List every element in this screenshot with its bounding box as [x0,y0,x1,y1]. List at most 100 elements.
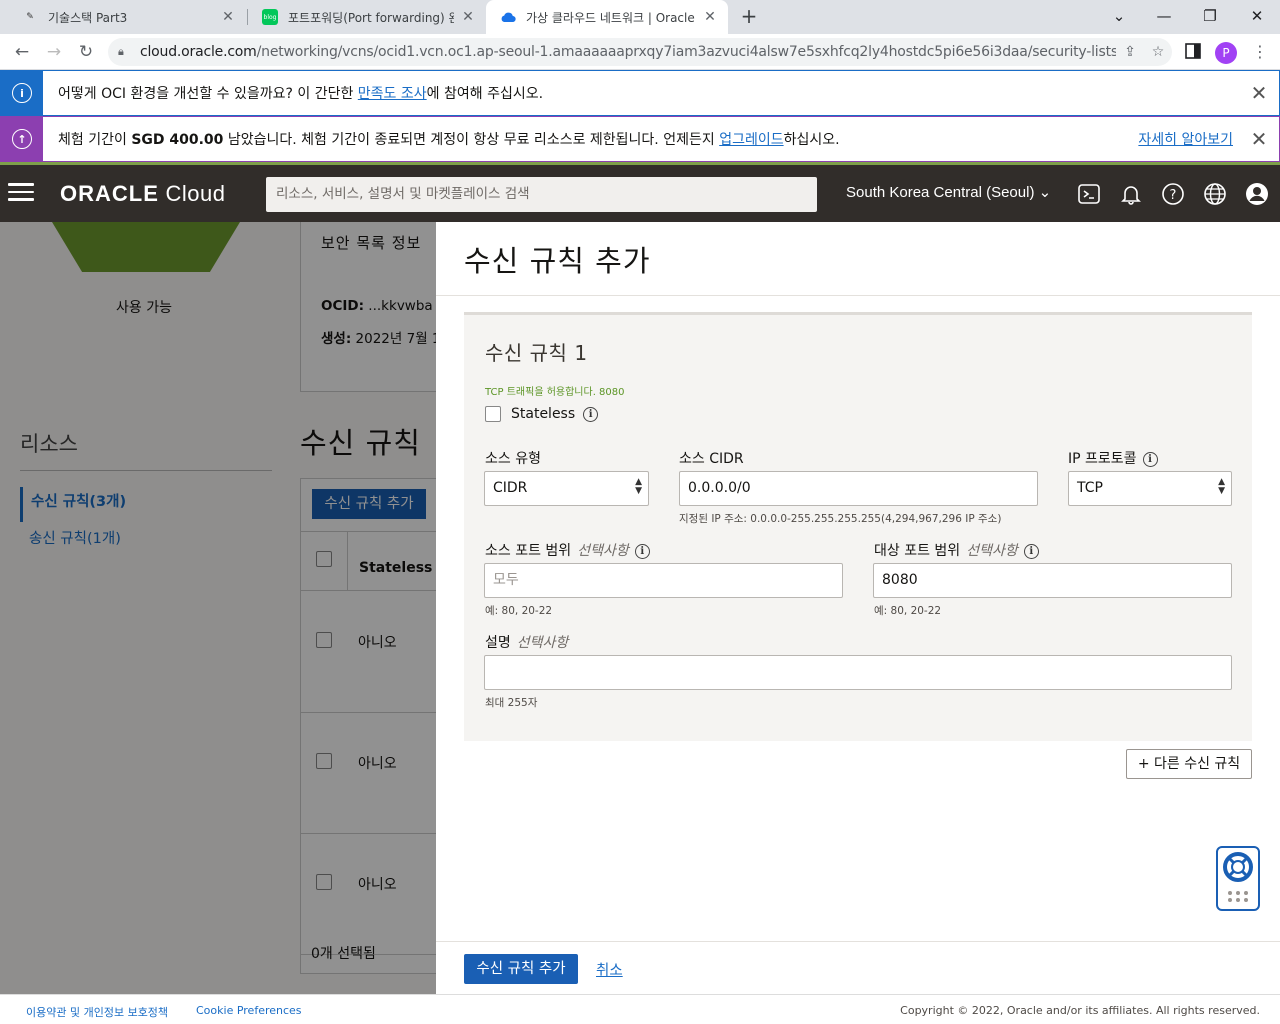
side-panel-icon[interactable] [1184,42,1202,60]
lifebuoy-icon [1223,852,1253,902]
optional-tag: 선택사항 [966,543,1018,559]
survey-text-after: 에 참여해 주십시오. [426,86,544,102]
browser-menu-icon[interactable]: ⋮ [1250,40,1270,64]
region-label: South Korea Central (Seoul) [846,184,1035,201]
trial-text-after: 하십시오. [783,132,840,148]
page-footer: 이용약관 및 개인정보 보호정책 Cookie Preferences Copy… [0,994,1280,1024]
info-icon-column: i [1,71,43,115]
minimize-icon[interactable]: — [1150,4,1178,28]
source-port-label: 소스 포트 범위 선택사항 i [485,540,650,560]
share-icon[interactable]: ⇪ [1116,44,1144,60]
chevron-down-icon: ⌄ [1038,184,1052,201]
stateless-checkbox[interactable] [485,406,501,422]
info-icon[interactable]: i [583,406,599,422]
label-text: 소스 포트 범위 [485,543,572,559]
source-port-input[interactable]: 모두 [484,563,843,598]
source-type-select[interactable]: CIDR ▲ ▼ [484,471,649,506]
browser-tab[interactable]: blog 포트포워딩(Port forwarding) 완벽 ✕ [248,0,486,34]
close-window-icon[interactable]: ✕ [1243,4,1271,28]
svg-text:?: ? [1170,188,1177,203]
ingress-rule-card: 수신 규칙 1 TCP 트래픽을 허용합니다. 8080 Stateless i… [464,312,1252,741]
back-icon[interactable]: ← [10,40,34,64]
optional-tag: 선택사항 [516,635,569,651]
close-icon[interactable]: ✕ [1239,127,1279,151]
blog-icon: blog [262,9,278,25]
trial-amount: SGD 400.00 [131,132,224,148]
close-icon[interactable]: ✕ [1239,81,1279,105]
dest-port-help: 예: 80, 20-22 [874,605,942,617]
survey-banner: i 어떻게 OCI 환경을 개선할 수 있을까요? 이 간단한 만족도 조사에 … [0,70,1280,116]
copyright-text: Copyright © 2022, Oracle and/or its affi… [900,1004,1260,1017]
terms-link[interactable]: 이용약관 및 개인정보 보호정책 [26,1004,168,1020]
trial-message: 체험 기간이 SGD 400.00 남았습니다. 체험 기간이 종료되면 계정이… [43,129,1138,149]
reload-icon[interactable]: ↻ [74,40,98,64]
rule-summary: TCP 트래픽을 허용합니다. 8080 [485,387,625,398]
oci-header: ORACLE Cloud 리소스, 서비스, 설명서 및 마켓플레이스 검색 S… [0,165,1280,222]
global-search-input[interactable]: 리소스, 서비스, 설명서 및 마켓플레이스 검색 [266,177,817,212]
source-cidr-help: 지정된 IP 주소: 0.0.0.0-255.255.255.255(4,294… [679,513,1002,525]
survey-message: 어떻게 OCI 환경을 개선할 수 있을까요? 이 간단한 만족도 조사에 참여… [43,83,1239,103]
info-icon[interactable]: i [634,543,650,559]
notification-bell-icon[interactable] [1119,182,1143,206]
description-input[interactable] [484,655,1232,690]
url-path: /networking/vcns/ocid1.vcn.oc1.ap-seoul-… [256,44,1116,60]
source-type-label: 소스 유형 [485,448,541,468]
source-cidr-input[interactable]: 0.0.0.0/0 [679,471,1038,506]
browser-tab-active[interactable]: 가상 클라우드 네트워크 | Oracle ✕ [486,0,728,34]
info-icon: i [12,83,32,103]
tab-title: 기술스택 Part3 [48,10,128,25]
close-tab-icon[interactable]: ✕ [220,9,236,25]
modal-backdrop[interactable] [0,222,436,994]
lock-icon: 🔒︎ [118,45,124,58]
panel-title: 수신 규칙 추가 [464,244,651,278]
dest-port-label: 대상 포트 범위 선택사항 i [874,540,1039,560]
oracle-cloud-logo[interactable]: ORACLE Cloud [60,181,225,207]
url-field[interactable]: 🔒︎ cloud.oracle.com/networking/vcns/ocid… [108,38,1172,66]
logo-oracle: ORACLE [60,181,159,206]
language-globe-icon[interactable] [1203,182,1227,206]
logo-cloud: Cloud [158,181,226,206]
cookie-preferences-link[interactable]: Cookie Preferences [196,1004,302,1017]
label-text: 설명 [485,635,511,651]
user-profile-icon[interactable] [1245,182,1269,206]
upgrade-link[interactable]: 업그레이드 [719,132,783,148]
submit-add-ingress-rules-button[interactable]: 수신 규칙 추가 [464,954,578,984]
dest-port-input[interactable]: 8080 [873,563,1232,598]
learn-more-link[interactable]: 자세히 알아보기 [1138,129,1233,149]
profile-avatar[interactable]: P [1215,42,1237,64]
help-widget[interactable] [1216,846,1260,911]
select-arrows-icon: ▲ ▼ [635,477,642,496]
browser-tab-bar: ✎ 기술스택 Part3 ✕ blog 포트포워딩(Port forwardin… [0,0,1280,34]
bookmark-star-icon[interactable]: ☆ [1144,44,1172,60]
add-ingress-rules-panel: 수신 규칙 추가 수신 규칙 1 TCP 트래픽을 허용합니다. 8080 St… [436,222,1280,994]
divider [436,295,1280,296]
survey-link[interactable]: 만족도 조사 [358,86,427,102]
survey-text: 어떻게 OCI 환경을 개선할 수 있을까요? 이 간단한 [58,86,358,102]
region-selector[interactable]: South Korea Central (Seoul) ⌄ [846,183,1051,201]
hamburger-menu-icon[interactable] [8,183,34,203]
label-text: IP 프로토콜 [1068,451,1137,467]
close-tab-icon[interactable]: ✕ [460,9,476,25]
arrow-up-circle-icon: ↑ [12,129,32,149]
close-tab-icon[interactable]: ✕ [702,9,718,25]
info-icon[interactable]: i [1142,451,1158,467]
browser-tab[interactable]: ✎ 기술스택 Part3 ✕ [8,0,246,34]
description-label: 설명 선택사항 [485,632,568,652]
tab-search-icon[interactable]: ⌄ [1105,4,1133,28]
cloud-shell-icon[interactable] [1077,182,1101,206]
divider [436,941,1280,942]
info-icon[interactable]: i [1023,543,1039,559]
cancel-link[interactable]: 취소 [596,959,623,980]
help-icon[interactable]: ? [1161,182,1185,206]
label-text: 소스 CIDR [679,451,744,467]
add-another-rule-button[interactable]: + 다른 수신 규칙 [1126,749,1252,779]
ip-protocol-select[interactable]: TCP ▲ ▼ [1068,471,1232,506]
forward-icon[interactable]: → [42,40,66,64]
new-tab-icon[interactable]: + [737,5,761,29]
trial-icon-column: ↑ [1,117,43,161]
trial-banner: ↑ 체험 기간이 SGD 400.00 남았습니다. 체험 기간이 종료되면 계… [0,116,1280,162]
tab-title: 포트포워딩(Port forwarding) 완벽 [288,10,454,25]
select-arrows-icon: ▲ ▼ [1218,477,1225,496]
trial-text: 체험 기간이 [58,132,132,148]
restore-icon[interactable]: ❐ [1196,4,1224,28]
